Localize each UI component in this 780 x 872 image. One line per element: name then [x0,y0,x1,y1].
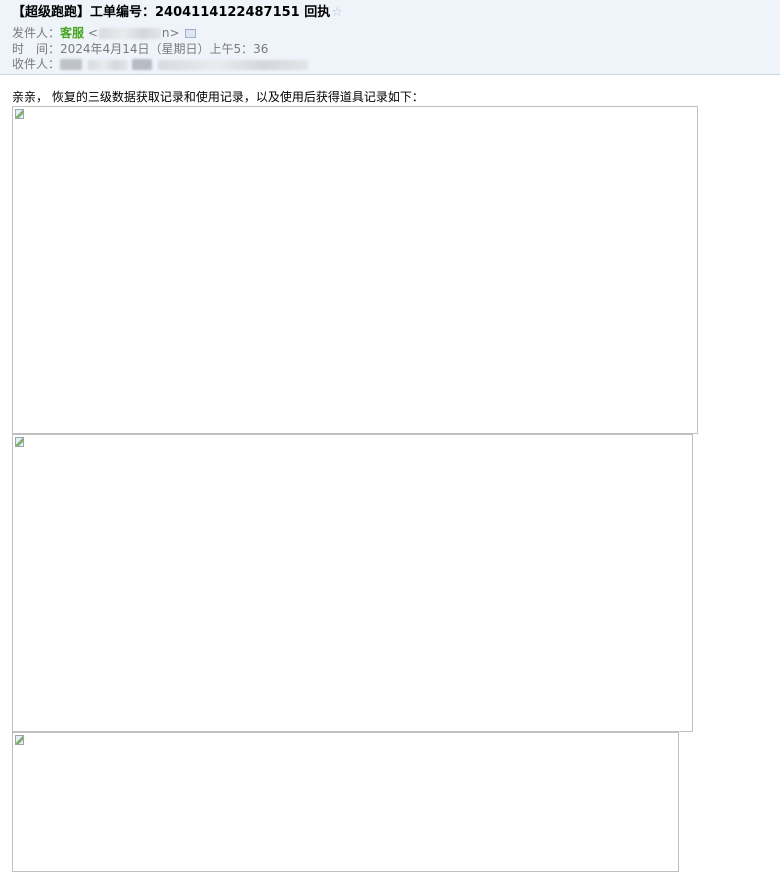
time-value: 2024年4月14日（星期日）上午5：36 [60,42,269,56]
broken-image [12,732,679,872]
from-row: 发件人：客服 < n> [12,26,196,41]
broken-image-icon [15,735,24,745]
from-label: 发件人： [12,26,61,40]
redacted-recipient [60,59,83,70]
email-body-text: 亲亲， 恢复的三级数据获取记录和使用记录，以及使用后获得道具记录如下： [12,90,424,104]
email-bracket-close: n> [161,26,180,40]
star-icon[interactable]: ☆ [331,5,343,20]
sender-name[interactable]: 客服 [60,26,84,40]
email-bracket-open: < [87,26,98,40]
to-row: 收件人： [12,57,309,72]
sender-email[interactable]: < n> [88,26,180,40]
contact-card-icon[interactable] [184,29,196,38]
to-label: 收件人： [12,57,61,71]
redacted-recipient [88,59,129,70]
redacted-recipient [132,59,153,70]
broken-image-icon [15,437,24,447]
time-label: 时 间： [12,42,61,56]
broken-image [12,106,698,434]
time-row: 时 间：2024年4月14日（星期日）上午5：36 [12,42,268,57]
broken-image [12,434,693,732]
redacted-email [98,28,161,39]
email-header: 【超级跑跑】工单编号：2404114122487151 回执☆ 发件人：客服 <… [0,0,780,75]
redacted-recipient [158,59,309,70]
email-subject: 【超级跑跑】工单编号：2404114122487151 回执☆ [12,4,343,22]
subject-text: 【超级跑跑】工单编号：2404114122487151 回执 [12,5,331,20]
broken-image-icon [15,109,24,119]
